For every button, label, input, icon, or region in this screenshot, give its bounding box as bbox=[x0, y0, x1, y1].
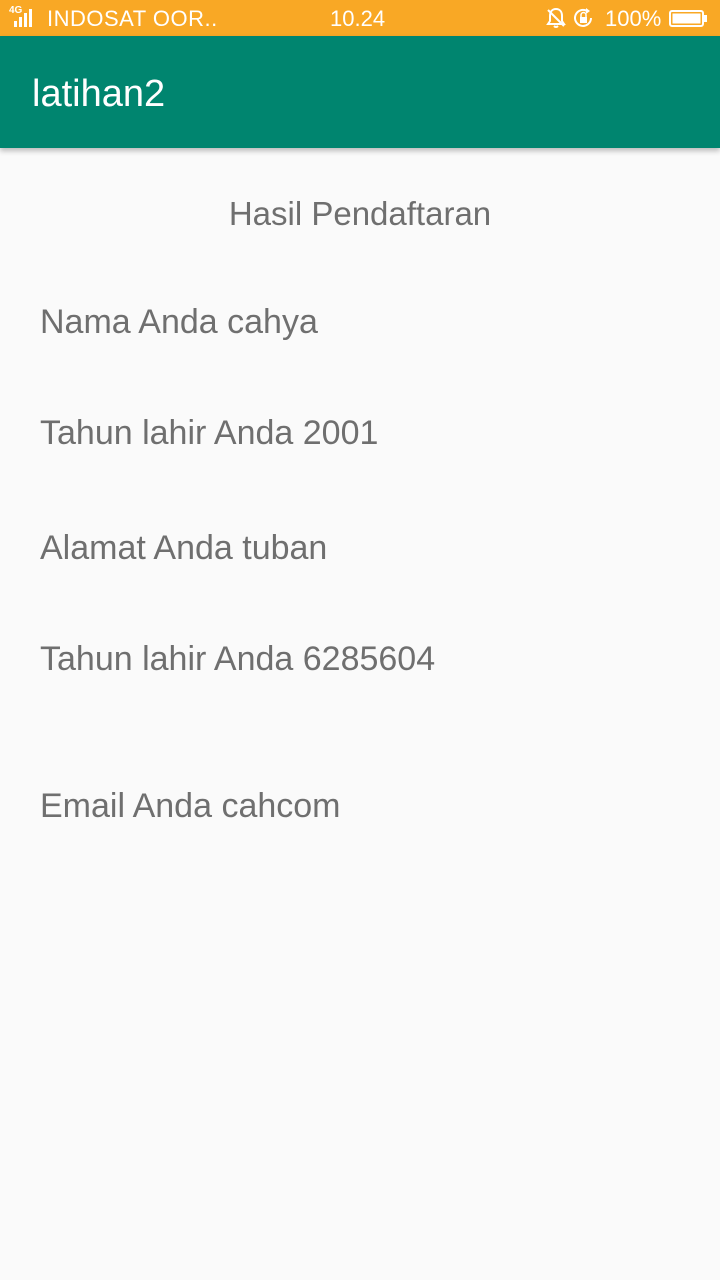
phone-value: 6285604 bbox=[302, 640, 436, 678]
email-value: cahcom bbox=[221, 787, 341, 825]
phone-label: Tahun lahir Anda bbox=[40, 640, 294, 678]
email-label: Email Anda bbox=[40, 787, 212, 825]
address-result-row: Alamat Anda tuban bbox=[40, 528, 327, 568]
address-label: Alamat Anda bbox=[40, 529, 233, 567]
birth-year-result-row: Tahun lahir Anda 2001 bbox=[40, 413, 378, 453]
battery-percent: 100% bbox=[605, 6, 662, 31]
name-value: cahya bbox=[227, 303, 318, 341]
battery-icon bbox=[669, 10, 707, 27]
name-label: Nama Anda bbox=[40, 303, 218, 341]
rotation-lock-icon bbox=[574, 8, 592, 27]
bell-off-icon bbox=[546, 7, 566, 28]
address-value: tuban bbox=[242, 529, 328, 567]
email-result-row: Email Anda cahcom bbox=[40, 786, 341, 826]
app-title: latihan2 bbox=[32, 73, 166, 115]
result-heading: Hasil Pendaftaran bbox=[228, 195, 492, 232]
status-clock: 10.24 bbox=[330, 6, 386, 31]
birth-year-value: 2001 bbox=[302, 414, 379, 452]
status-bar: 4G INDOSAT OOR.. 10.24 100% bbox=[0, 0, 720, 36]
birth-year-label: Tahun lahir Anda bbox=[40, 414, 294, 452]
name-result-row: Nama Anda cahya bbox=[40, 302, 318, 342]
phone-result-row: Tahun lahir Anda 6285604 bbox=[40, 639, 435, 679]
signal-icon bbox=[14, 9, 32, 27]
app-toolbar: latihan2 bbox=[0, 36, 720, 148]
carrier-name: INDOSAT OOR.. bbox=[47, 6, 218, 31]
